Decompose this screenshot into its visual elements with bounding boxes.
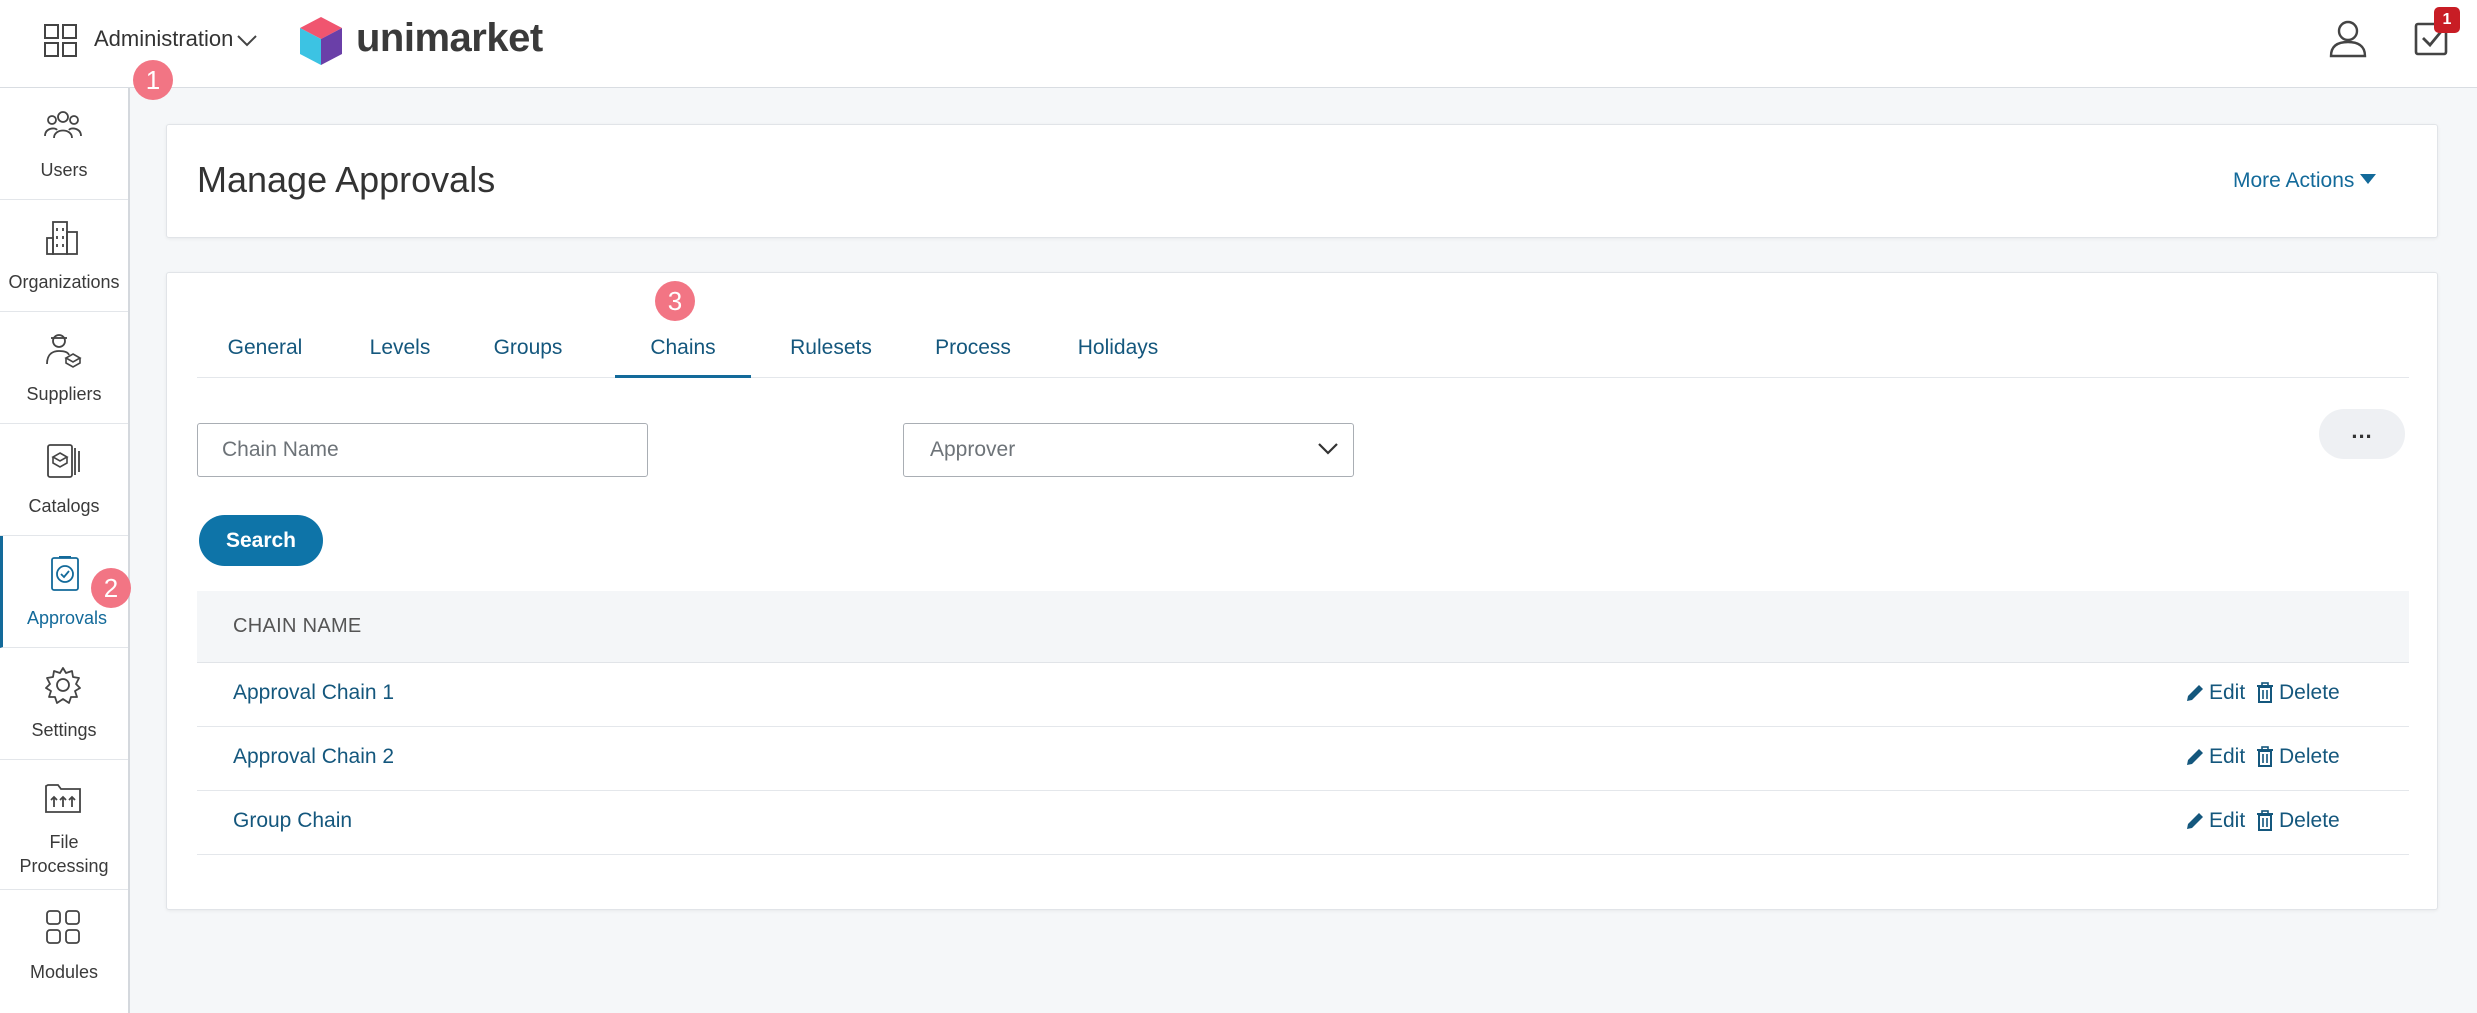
apps-grid-icon[interactable] (44, 24, 77, 57)
tab-groups[interactable]: Groups (469, 321, 587, 378)
more-actions-label: More Actions (2233, 169, 2355, 192)
pencil-icon (2187, 749, 2203, 765)
sidebar-item-organizations[interactable]: Organizations (0, 200, 128, 312)
sidebar-item-label: Organizations (8, 272, 120, 292)
pencil-icon (2187, 813, 2203, 829)
table-row: Group Chain Edit Delete (197, 791, 2409, 855)
delete-label: Delete (2279, 681, 2340, 704)
delete-label: Delete (2279, 745, 2340, 768)
top-bar: Administration unimarket 1 (0, 0, 2477, 88)
file-processing-icon (45, 784, 81, 813)
sidebar-item-label: Settings (31, 720, 97, 740)
supplier-icon (46, 334, 82, 368)
table-row: Approval Chain 1 Edit Delete (197, 663, 2409, 727)
delete-label: Delete (2279, 809, 2340, 832)
more-options-button[interactable]: ... (2319, 409, 2405, 459)
trash-icon (2257, 682, 2273, 703)
tab-holidays[interactable]: Holidays (1049, 321, 1187, 378)
page-title: Manage Approvals (197, 159, 496, 200)
gear-icon (45, 667, 81, 704)
user-profile-icon[interactable] (2328, 18, 2368, 58)
building-icon (46, 221, 78, 255)
tab-general[interactable]: General (197, 321, 333, 378)
approval-tabs: General Levels Groups Chains Rulesets Pr… (197, 321, 2409, 378)
sidebar-item-catalogs[interactable]: Catalogs (0, 424, 128, 536)
sidebar-nav: Users Organizations Suppliers Catalogs A… (0, 88, 130, 1013)
approval-icon (51, 556, 79, 591)
edit-button[interactable]: Edit (2185, 745, 2245, 769)
pencil-icon (2187, 685, 2203, 701)
trash-icon (2257, 810, 2273, 831)
sidebar-item-suppliers[interactable]: Suppliers (0, 312, 128, 424)
delete-button[interactable]: Delete (2255, 745, 2340, 769)
caret-down-icon (2360, 174, 2377, 184)
unimarket-logo (300, 17, 342, 65)
users-icon (44, 111, 82, 139)
chains-card: 3 General Levels Groups Chains Rulesets … (166, 272, 2438, 910)
more-actions-dropdown[interactable]: More Actions (2233, 169, 2377, 193)
page-header-card: Manage Approvals More Actions (166, 124, 2438, 238)
tab-rulesets[interactable]: Rulesets (765, 321, 897, 378)
step-marker-2: 2 (91, 568, 131, 608)
catalog-icon (47, 444, 80, 478)
tab-process[interactable]: Process (911, 321, 1035, 378)
delete-button[interactable]: Delete (2255, 681, 2340, 705)
sidebar-item-file-processing[interactable]: File Processing (0, 760, 128, 890)
chain-name-link[interactable]: Approval Chain 1 (233, 681, 394, 705)
search-button[interactable]: Search (199, 515, 323, 566)
table-header: CHAIN NAME (197, 591, 2409, 663)
column-header-chain-name: CHAIN NAME (233, 615, 362, 637)
sidebar-item-label: File Processing (19, 832, 109, 876)
tab-levels[interactable]: Levels (345, 321, 455, 378)
step-marker-1: 1 (133, 60, 173, 100)
brand-name: unimarket (356, 16, 543, 60)
chain-name-input[interactable] (197, 423, 648, 477)
sidebar-item-label: Modules (29, 962, 99, 982)
chevron-down-icon (1318, 443, 1338, 455)
modules-icon (46, 910, 80, 944)
edit-label: Edit (2209, 681, 2246, 704)
approver-select[interactable]: Approver (903, 423, 1354, 477)
chain-name-link[interactable]: Approval Chain 2 (233, 745, 394, 769)
module-switcher[interactable]: Administration (94, 26, 233, 52)
delete-button[interactable]: Delete (2255, 809, 2340, 833)
edit-button[interactable]: Edit (2185, 809, 2245, 833)
edit-label: Edit (2209, 745, 2246, 768)
edit-button[interactable]: Edit (2185, 681, 2245, 705)
tasks-count-badge: 1 (2434, 7, 2460, 33)
sidebar-item-settings[interactable]: Settings (0, 648, 128, 760)
sidebar-item-label: Catalogs (28, 496, 100, 516)
sidebar-item-label: Suppliers (26, 384, 102, 404)
chain-name-link[interactable]: Group Chain (233, 809, 352, 833)
chevron-down-icon[interactable] (236, 34, 258, 48)
step-marker-3: 3 (655, 281, 695, 321)
edit-label: Edit (2209, 809, 2246, 832)
approver-select-placeholder: Approver (930, 438, 1016, 461)
sidebar-item-modules[interactable]: Modules (0, 890, 128, 1002)
sidebar-item-users[interactable]: Users (0, 88, 128, 200)
trash-icon (2257, 746, 2273, 767)
sidebar-item-label: Users (40, 160, 88, 180)
sidebar-item-label: Approvals (26, 608, 108, 628)
tab-chains[interactable]: Chains (615, 321, 751, 378)
table-row: Approval Chain 2 Edit Delete (197, 727, 2409, 791)
